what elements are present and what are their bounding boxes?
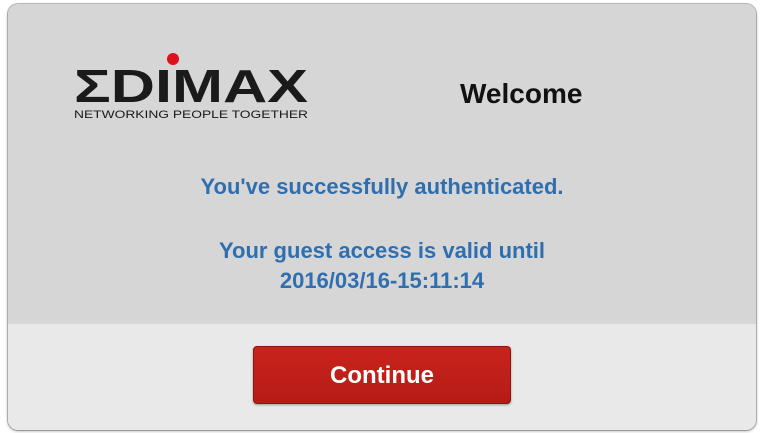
edimax-logo-graphic: ΣDIMAX NETWORKING PEOPLE TOGETHER	[74, 53, 308, 121]
dialog-body: ΣDIMAX NETWORKING PEOPLE TOGETHER Welcom…	[8, 4, 756, 324]
access-valid-label: Your guest access is valid until	[218, 238, 546, 263]
guest-auth-dialog: ΣDIMAX NETWORKING PEOPLE TOGETHER Welcom…	[8, 4, 756, 430]
edimax-logo: ΣDIMAX NETWORKING PEOPLE TOGETHER	[74, 52, 314, 124]
page-title: Welcome	[460, 78, 583, 109]
logo-tagline: NETWORKING PEOPLE TOGETHER	[74, 109, 308, 121]
svg-text:ΣDIMAX: ΣDIMAX	[74, 60, 308, 112]
continue-button[interactable]: Continue	[253, 346, 511, 404]
access-valid-until-time: 2016/03/16-15:11:14	[279, 268, 485, 293]
dialog-footer: Continue	[8, 324, 756, 430]
auth-success-message: You've successfully authenticated.	[200, 174, 564, 199]
